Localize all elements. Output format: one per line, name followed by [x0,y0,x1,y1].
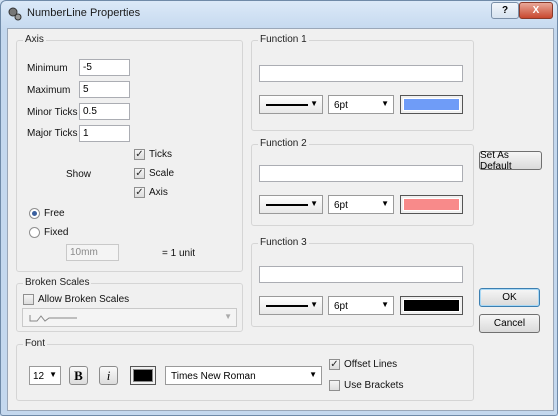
scale-checkbox[interactable]: ✓ [134,168,145,179]
use-brackets-label: Use Brackets [344,380,404,391]
font-color-button[interactable] [130,366,156,385]
bold-button[interactable]: B [69,366,88,385]
font-size-value: 12 [33,371,45,382]
fixed-label: Fixed [44,227,69,238]
function-3-color-swatch [403,299,460,312]
function-2-color-button[interactable] [400,195,463,214]
font-legend: Font [23,338,48,349]
chevron-down-icon: ▼ [224,312,232,321]
allow-broken-scales-checkbox[interactable] [23,294,34,305]
chevron-down-icon: ▼ [310,199,318,208]
font-family-dropdown[interactable]: Times New Roman ▼ [165,366,322,385]
broken-scales-group: Broken Scales Allow Broken Scales ▼ [16,277,243,332]
set-as-default-button[interactable]: Set As Default [479,150,542,172]
offset-lines-checkbox[interactable]: ✓ [329,359,340,370]
font-color-swatch [133,369,153,382]
function-2-group: Function 2 ▼ 6pt ▼ [251,138,474,226]
function-1-line-style-dropdown[interactable]: ▼ [259,95,323,114]
major-ticks-input[interactable]: 1 [79,125,130,142]
function-1-expression-input[interactable] [259,65,463,82]
unit-label: = 1 unit [162,248,196,259]
function-1-group: Function 1 ▼ 6pt ▼ [251,34,474,131]
fixed-size-input[interactable]: 10mm [66,244,119,261]
free-label: Free [44,208,65,219]
function-1-color-swatch [403,98,460,111]
chevron-down-icon: ▼ [49,370,57,379]
function-1-legend: Function 1 [258,34,309,45]
function-2-legend: Function 2 [258,138,309,149]
function-3-legend: Function 3 [258,237,309,248]
axis-legend: Axis [23,34,46,45]
function-2-expression-input[interactable] [259,165,463,182]
allow-broken-scales-label: Allow Broken Scales [38,294,130,305]
line-style-sample [266,204,308,206]
axis-group: Axis Minimum -5 Maximum 5 Minor Ticks 0.… [16,34,243,272]
chevron-down-icon: ▼ [309,370,317,379]
function-1-thickness-value: 6pt [334,100,348,111]
broken-scales-legend: Broken Scales [23,277,92,288]
function-3-thickness-dropdown[interactable]: 6pt ▼ [328,296,394,315]
free-radio[interactable] [29,208,40,219]
close-button[interactable]: X [519,2,553,19]
broken-line-icon [29,315,77,322]
font-group: Font 12 ▼ B i Times New Roman ▼ ✓ Offset… [16,338,474,401]
minimum-input[interactable]: -5 [79,59,130,76]
broken-scale-style-dropdown[interactable]: ▼ [22,308,237,327]
chevron-down-icon: ▼ [310,300,318,309]
dialog-client-area: Axis Minimum -5 Maximum 5 Minor Ticks 0.… [7,28,554,411]
show-label: Show [66,169,92,180]
function-2-line-style-dropdown[interactable]: ▼ [259,195,323,214]
function-3-color-button[interactable] [400,296,463,315]
major-ticks-label: Major Ticks [27,128,78,139]
ticks-checkbox[interactable]: ✓ [134,149,145,160]
italic-button[interactable]: i [99,366,118,385]
function-2-thickness-value: 6pt [334,200,348,211]
minor-ticks-label: Minor Ticks [27,107,78,118]
function-3-expression-input[interactable] [259,266,463,283]
font-family-value: Times New Roman [171,371,256,382]
minor-ticks-input[interactable]: 0.5 [79,103,130,120]
cancel-button[interactable]: Cancel [479,314,540,333]
function-2-color-swatch [403,198,460,211]
chevron-down-icon: ▼ [381,199,389,208]
use-brackets-checkbox[interactable] [329,380,340,391]
ok-button[interactable]: OK [479,288,540,307]
ticks-label: Ticks [149,149,172,160]
function-2-thickness-dropdown[interactable]: 6pt ▼ [328,195,394,214]
maximum-label: Maximum [27,85,71,96]
help-button[interactable]: ? [491,2,519,19]
function-3-group: Function 3 ▼ 6pt ▼ [251,237,474,327]
minimum-label: Minimum [27,63,68,74]
function-1-color-button[interactable] [400,95,463,114]
chevron-down-icon: ▼ [381,300,389,309]
axis-show-label: Axis [149,187,168,198]
chevron-down-icon: ▼ [381,99,389,108]
function-1-thickness-dropdown[interactable]: 6pt ▼ [328,95,394,114]
font-size-dropdown[interactable]: 12 ▼ [29,366,61,385]
window-title: NumberLine Properties [27,7,141,19]
dialog-window: NumberLine Properties ? X Axis Minimum -… [0,0,558,416]
offset-lines-label: Offset Lines [344,359,398,370]
line-style-sample [266,305,308,307]
function-3-thickness-value: 6pt [334,301,348,312]
axis-checkbox[interactable]: ✓ [134,187,145,198]
scale-label: Scale [149,168,175,179]
line-style-sample [266,104,308,106]
maximum-input[interactable]: 5 [79,81,130,98]
fixed-radio[interactable] [29,227,40,238]
chevron-down-icon: ▼ [310,99,318,108]
function-3-line-style-dropdown[interactable]: ▼ [259,296,323,315]
app-icon [8,7,22,21]
title-bar[interactable]: NumberLine Properties ? X [1,1,557,27]
